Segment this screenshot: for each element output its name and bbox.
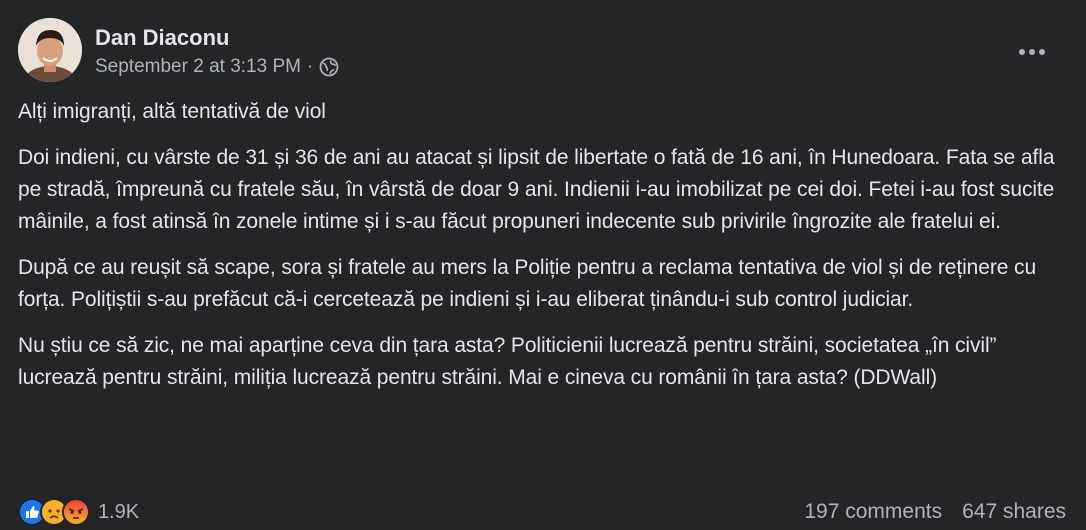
post-timestamp[interactable]: September 2 at 3:13 PM [95, 56, 301, 78]
author-name[interactable]: Dan Diaconu [95, 25, 229, 51]
angry-icon [62, 498, 90, 526]
more-options-icon[interactable] [1012, 32, 1052, 72]
post-stats: 197 comments 647 shares [804, 500, 1066, 524]
shares-count-link[interactable]: 647 shares [962, 500, 1066, 524]
reactions-summary[interactable]: 1.9K [18, 498, 139, 526]
post-paragraph-2: După ce au reușit să scape, sora și frat… [18, 256, 1037, 311]
post-paragraph-3: Nu știu ce să zic, ne mai aparține ceva … [18, 334, 997, 389]
reaction-icons [18, 498, 90, 526]
facebook-post: Dan Diaconu September 2 at 3:13 PM · Alț… [0, 0, 1086, 530]
comments-count-link[interactable]: 197 comments [804, 500, 942, 524]
avatar-photo [18, 18, 82, 82]
meta-separator: · [306, 56, 314, 77]
post-meta: September 2 at 3:13 PM · [95, 56, 339, 78]
post-title: Alți imigranți, altă tentativă de viol [18, 100, 326, 123]
post-header: Dan Diaconu September 2 at 3:13 PM · [18, 18, 1068, 84]
globe-icon[interactable] [319, 57, 339, 77]
post-content: Alți imigranți, altă tentativă de viol D… [18, 96, 1058, 408]
post-paragraph-1: Doi indieni, cu vârste de 31 și 36 de an… [18, 146, 1055, 233]
reaction-count: 1.9K [98, 500, 140, 523]
author-avatar[interactable] [18, 18, 82, 82]
post-footer: 1.9K 197 comments 647 shares [18, 494, 1066, 530]
